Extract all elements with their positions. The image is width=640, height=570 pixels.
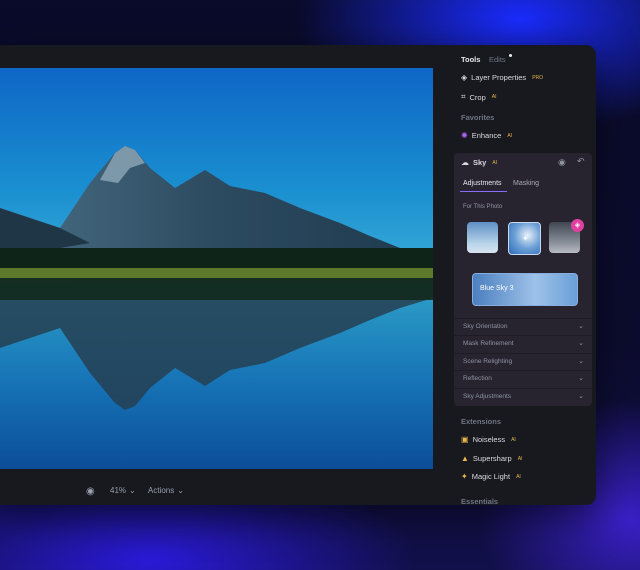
chevron-down-icon: ⌄: [578, 358, 584, 365]
supersharp-icon: ▲: [461, 454, 469, 463]
accordion-scene-relighting[interactable]: Scene Relighting ⌄: [454, 353, 592, 371]
tab-tools[interactable]: Tools: [461, 55, 480, 64]
cursor-icon: ✦: [522, 234, 529, 243]
crop-icon: ⌗: [461, 92, 466, 101]
noiseless-icon: ▣: [461, 435, 469, 444]
edits-dot-badge: [509, 54, 512, 57]
enhance-item[interactable]: ✺ Enhance AI: [461, 131, 512, 140]
magic-light-icon: ✦: [461, 472, 468, 481]
chevron-down-icon: ⌄: [578, 375, 584, 382]
sky-preset-thumb-1[interactable]: [467, 222, 498, 253]
essentials-heading: Essentials: [461, 497, 499, 506]
favorites-heading: Favorites: [461, 113, 495, 122]
tab-edits[interactable]: Edits: [489, 55, 506, 64]
eye-icon: ◉: [86, 486, 95, 497]
chevron-down-icon: ⌄: [578, 393, 584, 400]
for-this-photo-label: For This Photo: [463, 204, 503, 210]
crop-item[interactable]: ⌗ Crop AI: [461, 92, 497, 102]
sky-visibility-eye-icon[interactable]: ◉: [558, 157, 566, 168]
noiseless-item[interactable]: ▣ Noiseless AI: [461, 435, 516, 444]
cart-badge-icon[interactable]: ◈: [571, 219, 584, 232]
magic-light-item[interactable]: ✦ Magic Light AI: [461, 472, 521, 481]
photo-canvas[interactable]: [0, 68, 433, 514]
subtab-masking[interactable]: Masking: [513, 180, 539, 187]
sky-item[interactable]: ☁ Sky AI: [461, 158, 497, 167]
accordion-sky-orientation[interactable]: Sky Orientation ⌄: [454, 318, 592, 336]
layer-properties-item[interactable]: ◈ Layer Properties PRO: [461, 73, 543, 82]
actions-menu[interactable]: Actions ⌄: [148, 486, 184, 495]
supersharp-item[interactable]: ▲ Supersharp AI: [461, 454, 522, 463]
sky-reset-icon[interactable]: ↶: [577, 156, 585, 167]
layers-icon: ◈: [461, 73, 468, 82]
chevron-down-icon: ⌄: [578, 340, 584, 347]
chevron-down-icon: ⌄: [177, 486, 184, 495]
actions-label: Actions: [148, 486, 175, 495]
subtab-underline: [460, 191, 507, 192]
zoom-dropdown[interactable]: 41% ⌄: [110, 486, 136, 495]
selected-sky-preset[interactable]: Blue Sky 3: [472, 273, 578, 306]
accordion-mask-refinement[interactable]: Mask Refinement ⌄: [454, 335, 592, 353]
subtab-adjustments[interactable]: Adjustments: [463, 180, 502, 187]
selected-preset-name: Blue Sky 3: [480, 285, 514, 292]
landscape-photo: [0, 68, 433, 469]
zoom-level: 41%: [110, 486, 127, 495]
chevron-down-icon: ⌄: [129, 486, 136, 495]
accordion-reflection[interactable]: Reflection ⌄: [454, 370, 592, 388]
accordion-sky-adjustments[interactable]: Sky Adjustments ⌄: [454, 388, 592, 406]
extensions-heading: Extensions: [461, 417, 502, 426]
cloud-icon: ☁: [461, 158, 469, 167]
preview-toggle[interactable]: ◉: [86, 486, 95, 497]
enhance-icon: ✺: [461, 131, 468, 140]
chevron-down-icon: ⌄: [578, 323, 584, 330]
